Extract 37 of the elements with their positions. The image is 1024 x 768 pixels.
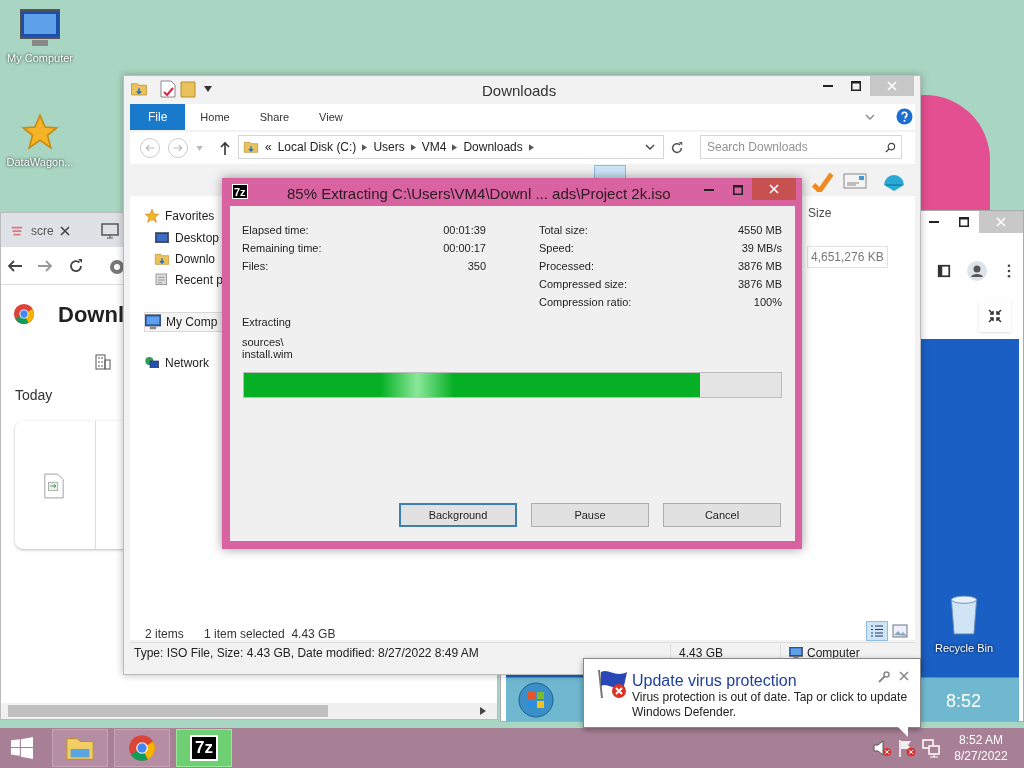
page-title: Downl xyxy=(58,301,124,329)
stat-value: 3876 MB xyxy=(737,259,782,274)
app-logo-icon: 7z xyxy=(190,735,218,761)
details-text: Type: ISO File, Size: 4.43 GB, Date modified: 8/27/2022 8:49 AM xyxy=(133,645,480,662)
remote-clock: 8:52 xyxy=(946,690,982,713)
section-heading: Today xyxy=(15,386,53,405)
item-count: 2 items xyxy=(145,626,184,643)
table-cell: 4,651,276 KB xyxy=(807,246,888,268)
stat-label: Speed: xyxy=(539,241,574,256)
stat-value: 350 xyxy=(467,259,486,274)
stat-value: 39 MB/s xyxy=(741,241,782,256)
notification-message: Virus protection is out of date. Tap or click to update Windows Defender. xyxy=(632,690,909,720)
notification-title: Update virus protection xyxy=(632,671,797,691)
tab-title: scre xyxy=(31,223,54,240)
icon-label: DataWagon... xyxy=(6,155,74,170)
stat-value: 00:01:39 xyxy=(443,223,486,238)
stat-label: Compression ratio: xyxy=(539,295,632,310)
stat-label: Compressed size: xyxy=(539,277,628,292)
icon-label: My Computer xyxy=(7,51,73,66)
details-location: Computer xyxy=(807,645,860,662)
selection-info: 1 item selected 4.43 GB xyxy=(204,626,336,643)
folder-path: sources\ xyxy=(242,335,284,350)
stat-label: Total size: xyxy=(539,223,588,238)
icon-label: Recycle Bin xyxy=(934,641,994,656)
stat-label: Remaining time: xyxy=(242,241,322,256)
stat-label: Elapsed time: xyxy=(242,223,309,238)
app-logo-icon: 7z xyxy=(232,184,248,199)
stat-label: Files: xyxy=(242,259,269,274)
stat-value: 3876 MB xyxy=(737,277,782,292)
status-label: Extracting xyxy=(242,315,291,330)
window-title: Downloads xyxy=(482,81,557,101)
stat-label: Processed: xyxy=(539,259,595,274)
file-name: install.wim xyxy=(242,347,293,362)
stat-value: 00:00:17 xyxy=(443,241,486,256)
stat-value: 100% xyxy=(753,295,782,310)
stat-value: 4550 MB xyxy=(737,223,782,238)
dialog-title: 85% Extracting C:\Users\VM4\Downl ... ads\Project 2k.iso xyxy=(287,184,671,204)
